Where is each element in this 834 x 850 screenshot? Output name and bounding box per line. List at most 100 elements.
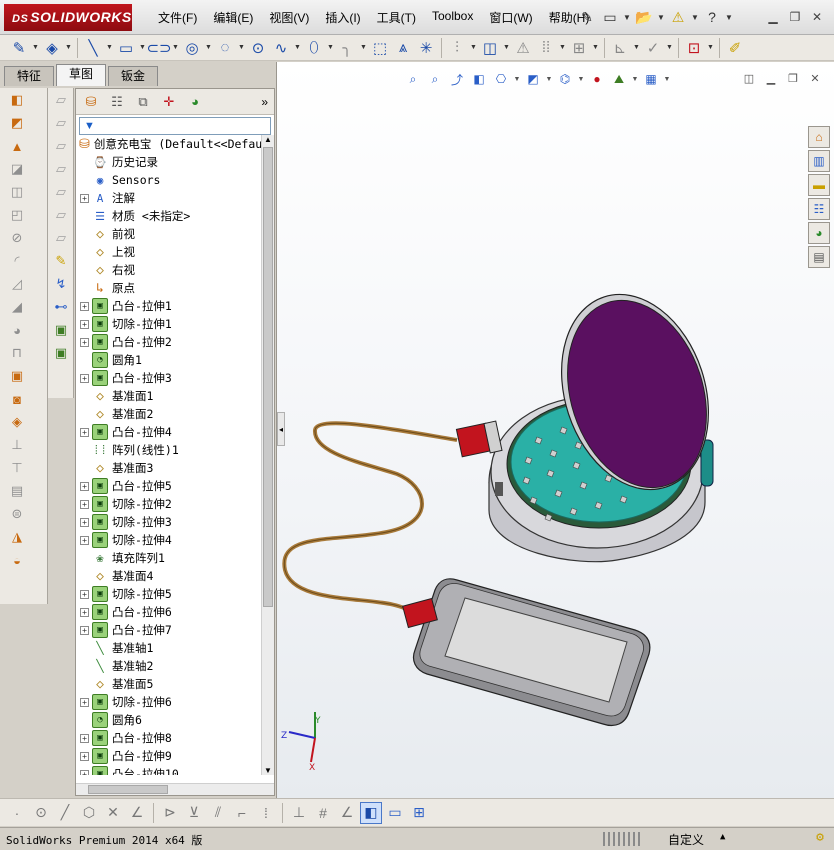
plane-icon[interactable]: ▱ [50, 112, 72, 134]
chevron-down-icon[interactable]: ▼ [691, 6, 699, 28]
chamfer-icon[interactable]: ◿ [6, 273, 28, 295]
tree-item[interactable]: ↳ 原点 [76, 279, 262, 297]
tree-vertical-scrollbar[interactable]: ▲ ▼ [261, 135, 274, 775]
sketch-relations-icon[interactable]: ⊷ [50, 296, 72, 318]
extend-icon[interactable]: ∠ [126, 802, 148, 824]
circle-icon[interactable]: ⊙ [30, 802, 52, 824]
intersect-icon[interactable]: ◮ [6, 526, 28, 548]
expand-icon[interactable]: + [80, 427, 89, 437]
tab-sheet-metal[interactable]: 钣金 [108, 66, 159, 86]
expand-icon[interactable]: + [80, 517, 89, 527]
tree-item[interactable]: ◇ 上视 [76, 243, 262, 261]
tree-item[interactable]: + ▣ 切除-拉伸5 [76, 585, 262, 603]
tree-root-item[interactable]: ⛁ 创意充电宝 (Default<<Default [76, 135, 262, 153]
circular-pattern-icon[interactable]: ◙ [6, 388, 28, 410]
tree-item[interactable]: ◇ 前视 [76, 225, 262, 243]
mirror-icon[interactable]: ◈ [6, 411, 28, 433]
plane-icon[interactable]: ▱ [50, 181, 72, 203]
convert-entities-icon[interactable]: ⩓ [392, 37, 414, 59]
expand-icon[interactable]: + [80, 337, 89, 347]
sketch-icon[interactable]: ✎ [8, 37, 30, 59]
chevron-down-icon[interactable]: ▼ [237, 37, 246, 59]
chevron-down-icon[interactable]: ▼ [558, 37, 567, 59]
tree-item[interactable]: + A 注解 [76, 189, 262, 207]
expand-icon[interactable]: + [80, 193, 89, 203]
chevron-down-icon[interactable]: ▼ [725, 6, 733, 28]
fillet-icon[interactable]: ⊻ [183, 802, 205, 824]
draft-icon[interactable]: ⊓ [6, 342, 28, 364]
chevron-down-icon[interactable]: ▼ [632, 37, 641, 59]
menu-file[interactable]: 文件(F) [150, 9, 205, 26]
centerpoint-arc-icon[interactable]: ◌ [214, 37, 236, 59]
scroll-thumb[interactable] [263, 147, 273, 607]
extruded-boss-icon[interactable]: ◧ [6, 89, 28, 111]
restore-icon[interactable]: ❐ [786, 8, 804, 26]
tree-item[interactable]: + ▣ 凸台-拉伸7 [76, 621, 262, 639]
chevron-down-icon[interactable]: ▼ [326, 37, 335, 59]
configuration-manager-icon[interactable]: ⧉ [132, 92, 154, 112]
linear-pattern-icon[interactable]: ◫ [479, 37, 501, 59]
instant3d-icon[interactable]: ▤ [6, 480, 28, 502]
expand-icon[interactable]: + [80, 751, 89, 761]
tree-item[interactable]: ◇ 基准面4 [76, 567, 262, 585]
tree-item[interactable]: + ▣ 凸台-拉伸5 [76, 477, 262, 495]
chevron-down-icon[interactable]: ▼ [591, 37, 600, 59]
mirror-icon[interactable]: ⫶ [446, 37, 468, 59]
new-document-icon[interactable]: ▭ [600, 6, 620, 28]
rapid-sketch-icon[interactable]: ✓ [642, 37, 664, 59]
spline-icon[interactable]: ∿ [270, 37, 292, 59]
chevron-down-icon[interactable]: ▼ [502, 37, 511, 59]
point-icon[interactable]: · [6, 802, 28, 824]
tree-item[interactable]: + ▣ 切除-拉伸2 [76, 495, 262, 513]
fillet-icon[interactable]: ╮ [336, 37, 358, 59]
minimize-icon[interactable]: ▁ [764, 8, 782, 26]
swept-boss-icon[interactable]: ▲ [6, 135, 28, 157]
offset-icon[interactable]: ✳ [415, 37, 437, 59]
rib-icon[interactable]: ◢ [6, 296, 28, 318]
quick-snaps-icon[interactable]: ⊾ [609, 37, 631, 59]
sketch-chamfer-icon[interactable]: ⫽ [207, 802, 229, 824]
tree-item[interactable]: + ▣ 凸台-拉伸9 [76, 747, 262, 765]
normal-to-icon[interactable]: ▭ [384, 802, 406, 824]
chevron-down-icon[interactable]: ▼ [665, 37, 674, 59]
tree-item[interactable]: + ▣ 凸台-拉伸10 [76, 765, 262, 775]
cut-extrude-icon[interactable]: ▣ [50, 342, 72, 364]
dome-icon[interactable]: ◒ [6, 549, 28, 571]
expand-icon[interactable]: + [80, 499, 89, 509]
grid-icon[interactable]: # [312, 802, 334, 824]
property-manager-icon[interactable]: ☷ [106, 92, 128, 112]
tree-item[interactable]: + ▣ 凸台-拉伸6 [76, 603, 262, 621]
plane-icon[interactable]: ▱ [50, 135, 72, 157]
display-manager-icon[interactable]: ◕ [184, 92, 206, 112]
tree-item[interactable]: ⌚ 历史记录 [76, 153, 262, 171]
display-relations-icon[interactable]: ⁞⁞ [535, 37, 557, 59]
polygon-icon[interactable]: ⬡ [78, 802, 100, 824]
tree-item[interactable]: ⁞⁞ 阵列(线性)1 [76, 441, 262, 459]
menu-view[interactable]: 视图(V) [261, 9, 317, 26]
expand-icon[interactable]: + [80, 625, 89, 635]
circle-icon[interactable]: ◎ [181, 37, 203, 59]
polygon-icon[interactable]: ⊙ [247, 37, 269, 59]
close-icon[interactable]: ✕ [808, 8, 826, 26]
boss-extrude-icon[interactable]: ▣ [50, 319, 72, 341]
solidworks-logo[interactable]: DS SOLIDWORKS [4, 4, 132, 31]
menu-insert[interactable]: 插入(I) [317, 9, 368, 26]
expand-icon[interactable]: + [80, 589, 89, 599]
slot-icon[interactable]: ⊂⊃ [146, 37, 171, 59]
tree-item[interactable]: + ▣ 切除-拉伸6 [76, 693, 262, 711]
expand-icon[interactable]: + [80, 697, 89, 707]
repair-sketch-icon[interactable]: ⊞ [568, 37, 590, 59]
centerline-icon[interactable]: ⁞ [255, 802, 277, 824]
tree-item[interactable]: ◇ 基准面1 [76, 387, 262, 405]
tree-item[interactable]: + ▣ 凸台-拉伸4 [76, 423, 262, 441]
chevron-down-icon[interactable]: ▼ [64, 37, 73, 59]
chevron-down-icon[interactable]: ▼ [706, 37, 715, 59]
isometric-view-icon[interactable]: ◧ [360, 801, 382, 824]
help-icon[interactable]: ? [702, 6, 722, 28]
tree-item[interactable]: ╲ 基准轴2 [76, 657, 262, 675]
mirror-icon[interactable]: ⊳ [159, 802, 181, 824]
lofted-boss-icon[interactable]: ◪ [6, 158, 28, 180]
tree-item[interactable]: ◔ 圆角6 [76, 711, 262, 729]
tree-item[interactable]: ◉ Sensors [76, 171, 262, 189]
wrap-icon[interactable]: ⊜ [6, 503, 28, 525]
